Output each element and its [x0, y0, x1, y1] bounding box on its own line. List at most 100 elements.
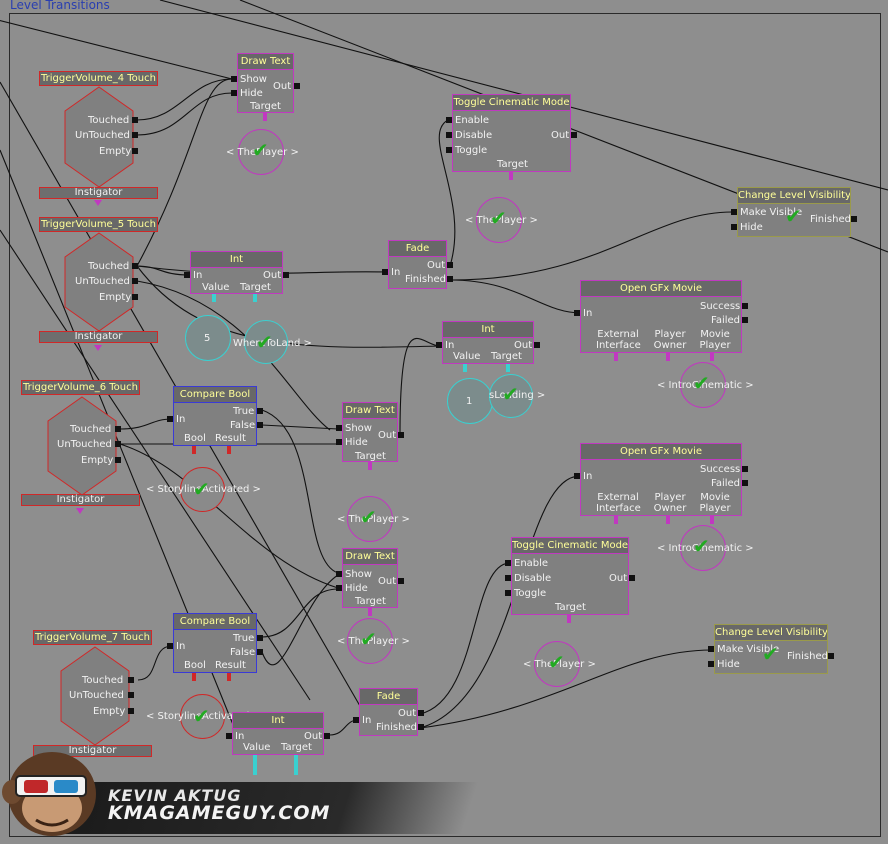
output-port[interactable] [132, 117, 138, 123]
output-port[interactable] [534, 342, 540, 348]
input-port[interactable] [382, 269, 388, 275]
toggle-1-enable: Enable [455, 115, 490, 126]
input-port[interactable] [708, 661, 714, 667]
output-port[interactable] [257, 422, 263, 428]
check-icon: ✔ [360, 505, 377, 529]
output-port[interactable] [257, 635, 263, 641]
var-link[interactable] [710, 353, 714, 361]
var-link[interactable] [253, 294, 257, 302]
var-link[interactable] [227, 673, 231, 681]
var-link[interactable] [509, 172, 513, 180]
var-link[interactable] [463, 364, 467, 372]
var-link[interactable] [666, 353, 670, 361]
change-level-1-hide: Hide [740, 222, 763, 233]
input-port[interactable] [574, 310, 580, 316]
output-port[interactable] [283, 272, 289, 278]
input-port[interactable] [708, 646, 714, 652]
output-port[interactable] [418, 724, 424, 730]
output-port[interactable] [257, 408, 263, 414]
var-link[interactable] [567, 615, 571, 623]
output-port[interactable] [851, 216, 857, 222]
var-link-arrow[interactable] [94, 345, 102, 351]
input-port[interactable] [336, 425, 342, 431]
output-port[interactable] [294, 83, 300, 89]
output-port[interactable] [128, 708, 134, 714]
var-link[interactable] [614, 516, 618, 524]
var-link[interactable] [192, 446, 196, 454]
trigger-volume-7-title[interactable]: TriggerVolume_7 Touch [33, 630, 152, 645]
output-port[interactable] [418, 710, 424, 716]
input-port[interactable] [446, 132, 452, 138]
trigger-6-touched: Touched [70, 424, 112, 435]
trigger-volume-4-title[interactable]: TriggerVolume_4 Touch [39, 71, 158, 86]
output-port[interactable] [447, 276, 453, 282]
var-link[interactable] [710, 516, 714, 524]
output-port[interactable] [629, 575, 635, 581]
var-link[interactable] [506, 364, 510, 372]
output-port[interactable] [115, 441, 121, 447]
var-link[interactable] [212, 294, 216, 302]
var-link[interactable] [227, 446, 231, 454]
draw-text-1-out: Out [273, 81, 292, 92]
var-link[interactable] [614, 353, 618, 361]
output-port[interactable] [128, 677, 134, 683]
input-port[interactable] [167, 416, 173, 422]
trigger-volume-5-title[interactable]: TriggerVolume_5 Touch [39, 217, 158, 232]
output-port[interactable] [828, 653, 834, 659]
input-port[interactable] [336, 585, 342, 591]
input-port[interactable] [336, 439, 342, 445]
output-port[interactable] [324, 733, 330, 739]
output-port[interactable] [132, 263, 138, 269]
output-port[interactable] [132, 148, 138, 154]
var-link[interactable] [368, 462, 372, 470]
var-link-arrow[interactable] [76, 508, 84, 514]
gfx-1-in: In [583, 308, 593, 319]
output-port[interactable] [132, 278, 138, 284]
input-port[interactable] [167, 643, 173, 649]
output-port[interactable] [447, 262, 453, 268]
input-port[interactable] [505, 590, 511, 596]
input-port[interactable] [731, 224, 737, 230]
input-port[interactable] [336, 571, 342, 577]
input-port[interactable] [184, 272, 190, 278]
input-port[interactable] [505, 560, 511, 566]
trigger-volume-6-title[interactable]: TriggerVolume_6 Touch [21, 380, 140, 395]
output-port[interactable] [742, 303, 748, 309]
input-port[interactable] [226, 733, 232, 739]
kismet-canvas[interactable]: Level Transitions TriggerVolume_4 Touch … [0, 0, 888, 844]
var-link[interactable] [666, 516, 670, 524]
output-port[interactable] [257, 649, 263, 655]
output-port[interactable] [571, 132, 577, 138]
int-3-title: Int [233, 713, 323, 729]
check-icon: ✔ [360, 627, 377, 651]
var-link-arrow[interactable] [94, 200, 102, 206]
output-port[interactable] [398, 432, 404, 438]
toggle-1-toggle: Toggle [455, 145, 488, 156]
output-port[interactable] [132, 294, 138, 300]
output-port[interactable] [115, 426, 121, 432]
input-port[interactable] [505, 575, 511, 581]
wire [261, 588, 339, 638]
output-port[interactable] [132, 132, 138, 138]
watermark-logo: KEVIN AKTUG KMAGAMEGUY.COM [0, 742, 479, 844]
input-port[interactable] [231, 76, 237, 82]
check-icon: ✔ [490, 206, 507, 230]
input-port[interactable] [446, 117, 452, 123]
input-port[interactable] [231, 90, 237, 96]
input-port[interactable] [436, 342, 442, 348]
output-port[interactable] [742, 317, 748, 323]
var-link[interactable] [263, 113, 267, 121]
output-port[interactable] [115, 457, 121, 463]
toggle-2-target: Target [555, 602, 586, 613]
input-port[interactable] [353, 717, 359, 723]
input-port[interactable] [574, 473, 580, 479]
input-port[interactable] [446, 147, 452, 153]
input-port[interactable] [731, 209, 737, 215]
output-port[interactable] [128, 692, 134, 698]
check-icon: ✔ [693, 534, 710, 558]
output-port[interactable] [398, 578, 404, 584]
var-link[interactable] [368, 608, 372, 616]
var-link[interactable] [192, 673, 196, 681]
output-port[interactable] [742, 466, 748, 472]
output-port[interactable] [742, 480, 748, 486]
